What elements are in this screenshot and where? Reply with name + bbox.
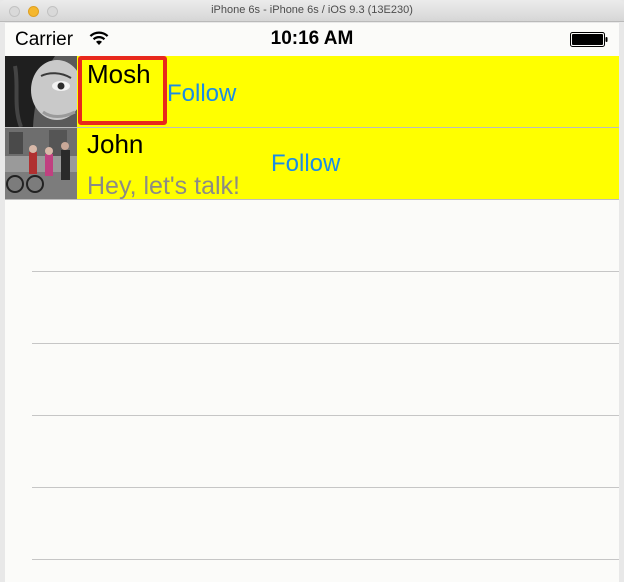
- table-row[interactable]: John Follow Hey, let's talk!: [5, 128, 619, 200]
- name-highlight-box: [78, 56, 167, 125]
- table-row[interactable]: Mosh Follow: [5, 56, 619, 128]
- simulator-screen: Carrier 10:16 AM Mosh Follow John Follow…: [5, 23, 619, 582]
- row-separator: [32, 415, 619, 416]
- row-separator: [32, 487, 619, 488]
- battery-icon: [570, 32, 608, 47]
- avatar: [5, 56, 77, 127]
- contacts-table: Mosh Follow John Follow Hey, let's talk!: [5, 56, 619, 200]
- row-separator: [32, 343, 619, 344]
- status-bar: Carrier 10:16 AM: [5, 23, 619, 56]
- contact-name: John: [87, 129, 144, 159]
- clock-time: 10:16 AM: [270, 28, 354, 49]
- window-title: iPhone 6s - iPhone 6s / iOS 9.3 (13E230): [211, 4, 413, 16]
- row-separator: [32, 271, 619, 272]
- contact-message: Hey, let's talk!: [87, 172, 240, 200]
- follow-button[interactable]: Follow: [271, 150, 340, 178]
- row-separator: [32, 559, 619, 560]
- follow-button[interactable]: Follow: [167, 80, 236, 108]
- window-titlebar: iPhone 6s - iPhone 6s / iOS 9.3 (13E230): [0, 0, 624, 22]
- avatar: [5, 128, 77, 199]
